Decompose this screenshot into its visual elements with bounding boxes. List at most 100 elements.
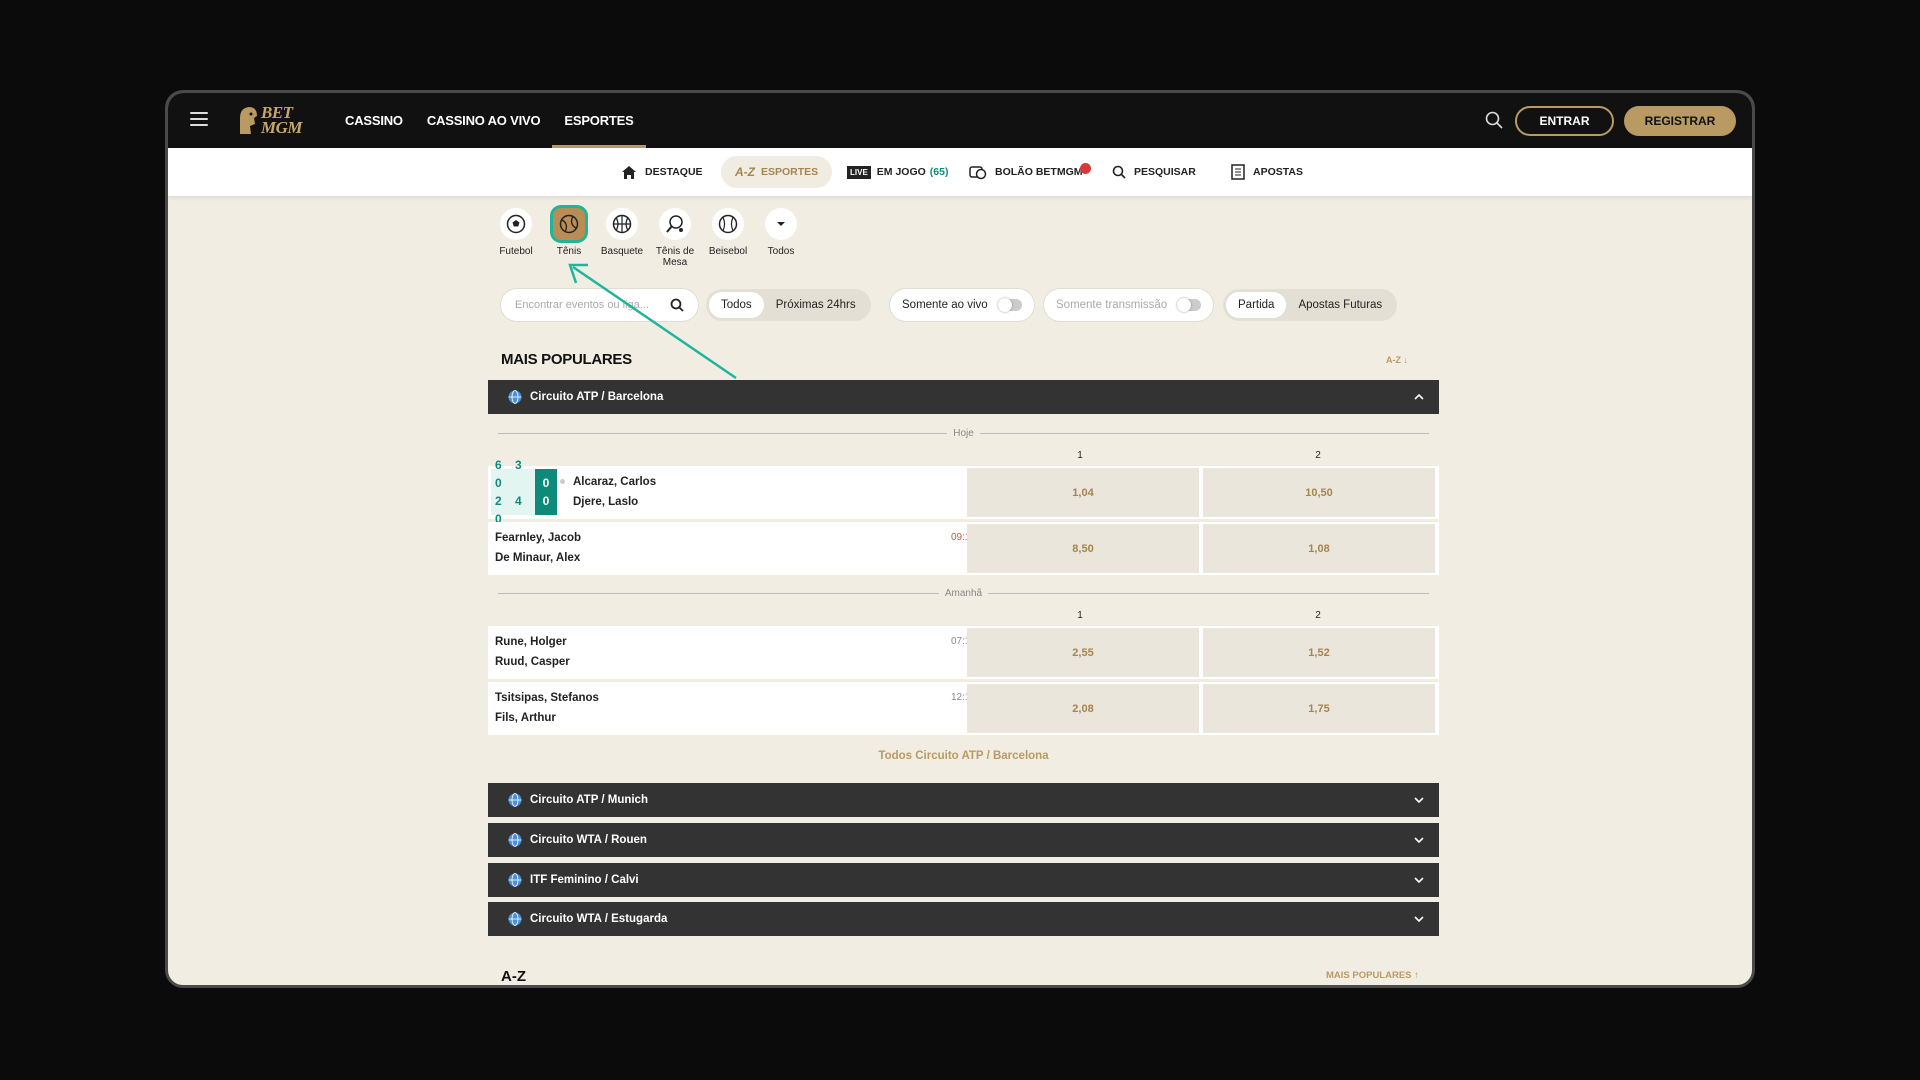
odd-button-1[interactable]: 2,55 [967,628,1199,677]
odd-button-1[interactable]: 1,04 [967,468,1199,517]
sport-basquete[interactable]: Basquete [597,208,647,257]
toggle-switch[interactable] [997,298,1022,312]
sport-beisebol[interactable]: Beisebol [703,208,753,257]
chevron-down-icon [1414,877,1424,884]
match-row[interactable]: Fearnley, Jacob De Minaur, Alex 09:19 8,… [488,522,1439,575]
game-score-p1: 0 [542,476,550,490]
league-name: Circuito ATP / Munich [530,794,648,806]
login-button[interactable]: ENTRAR [1515,106,1614,136]
player-1: Alcaraz, Carlos [573,476,657,488]
serve-indicator-icon [560,479,565,484]
table-tennis-icon [666,215,683,233]
trophy-ball-icon [969,165,987,179]
nav-cassino[interactable]: CASSINO [333,93,415,148]
browser-frame: BET MGM CASSINO CASSINO AO VIVO ESPORTES … [165,90,1755,988]
live-only-label: Somente ao vivo [902,299,988,311]
league-header-calvi[interactable]: ITF Feminino / Calvi [488,863,1439,897]
player-2: De Minaur, Alex [495,552,581,564]
column-header-2: 2 [1315,610,1321,621]
sort-az-link[interactable]: A-Z ↓ [1386,355,1408,365]
league-header-estugarda[interactable]: Circuito WTA / Estugarda [488,902,1439,936]
sport-tenis-de-mesa[interactable]: Tênis de Mesa [650,208,700,268]
odd-button-2[interactable]: 1,52 [1203,628,1435,677]
subnav-esportes[interactable]: A-Z ESPORTES [721,156,833,188]
day-label: Hoje [953,427,974,439]
all-league-link[interactable]: Todos Circuito ATP / Barcelona [488,750,1439,762]
subnav-em-jogo[interactable]: LIVE EM JOGO (65) [847,156,948,188]
odd-button-1[interactable]: 2,08 [967,684,1199,733]
event-search-input[interactable] [515,299,665,311]
search-icon[interactable] [1484,110,1504,130]
day-separator: Amanhã [498,587,1429,599]
stream-only-toggle[interactable]: Somente transmissão [1044,289,1214,321]
match-row[interactable]: Tsitsipas, Stefanos Fils, Arthur 12:10 2… [488,682,1439,735]
globe-icon [508,873,522,887]
odd-button-2[interactable]: 10,50 [1203,468,1435,517]
globe-icon [508,912,522,926]
az-section-title: A-Z [501,968,526,985]
match-row[interactable]: 6 3 0 2 4 0 0 0 Alcaraz, Carlos Djere, L… [488,458,1439,526]
league-header-rouen[interactable]: Circuito WTA / Rouen [488,823,1439,857]
arrow-up-icon: ↑ [1414,970,1419,981]
register-button[interactable]: REGISTRAR [1624,106,1736,136]
column-header-1: 1 [1077,450,1083,461]
day-label: Amanhã [944,587,983,599]
filter-todos[interactable]: Todos [709,292,764,318]
lion-logo-icon [240,107,257,134]
live-only-toggle[interactable]: Somente ao vivo [890,289,1034,321]
subnav-bolao[interactable]: BOLÃO BETMGM [969,156,1091,188]
odd-button-2[interactable]: 1,08 [1203,524,1435,573]
column-header-1: 1 [1077,610,1083,621]
league-header-barcelona[interactable]: Circuito ATP / Barcelona [488,380,1439,414]
sort-label: A-Z [1386,355,1401,365]
az-icon: A-Z [735,165,755,179]
subnav-destaque-label: DESTAQUE [645,166,703,178]
tennis-ball-icon [559,214,579,234]
event-search[interactable] [501,289,698,321]
back-to-popular-link[interactable]: MAIS POPULARES ↑ [1326,970,1419,981]
filter-partida[interactable]: Partida [1226,292,1287,318]
subnav-esportes-label: ESPORTES [761,166,819,178]
odd-button-2[interactable]: 1,75 [1203,684,1435,733]
top-bar: BET MGM CASSINO CASSINO AO VIVO ESPORTES … [168,93,1752,148]
sport-label: Tênis de Mesa [655,246,695,268]
toggle-switch[interactable] [1177,298,1202,312]
subnav-destaque[interactable]: DESTAQUE [621,156,703,188]
live-count: (65) [929,166,949,178]
player-2: Djere, Laslo [573,496,639,508]
sport-tenis[interactable]: Tênis [544,208,594,257]
player-1: Fearnley, Jacob [495,532,582,544]
league-header-munich[interactable]: Circuito ATP / Munich [488,783,1439,817]
player-1: Rune, Holger [495,636,567,648]
subnav-apostas[interactable]: APOSTAS [1231,156,1303,188]
player-2: Ruud, Casper [495,656,570,668]
chevron-down-icon [1414,797,1424,804]
globe-icon [508,793,522,807]
stream-only-label: Somente transmissão [1056,299,1168,311]
hamburger-menu-icon[interactable] [190,112,208,126]
player-1: Tsitsipas, Stefanos [495,692,599,704]
search-icon[interactable] [670,298,684,312]
section-title: MAIS POPULARES [501,351,632,368]
sport-label: Todos [767,246,795,257]
nav-esportes[interactable]: ESPORTES [552,93,646,148]
nav-cassino-ao-vivo[interactable]: CASSINO AO VIVO [415,93,553,148]
caret-down-icon [777,222,785,226]
chevron-down-icon [1414,916,1424,923]
betmgm-logo[interactable]: BET MGM [237,103,303,137]
popular-link-label: MAIS POPULARES [1326,970,1412,981]
subnav-em-jogo-label: EM JOGO [876,166,926,178]
subnav-pesquisar-label: PESQUISAR [1134,166,1196,178]
soccer-ball-icon [506,214,526,234]
subnav-pesquisar[interactable]: PESQUISAR [1112,156,1196,188]
filter-apostas-futuras[interactable]: Apostas Futuras [1286,292,1394,318]
filter-proximas-24hrs[interactable]: Próximas 24hrs [764,292,868,318]
match-row[interactable]: Rune, Holger Ruud, Casper 07:10 2,55 1,5… [488,626,1439,679]
baseball-icon [718,214,738,234]
sport-todos[interactable]: Todos [756,208,806,257]
league-name: Circuito WTA / Estugarda [530,913,668,925]
globe-icon [508,390,522,404]
home-icon [622,165,636,179]
sport-futebol[interactable]: Futebol [491,208,541,257]
odd-button-1[interactable]: 8,50 [967,524,1199,573]
